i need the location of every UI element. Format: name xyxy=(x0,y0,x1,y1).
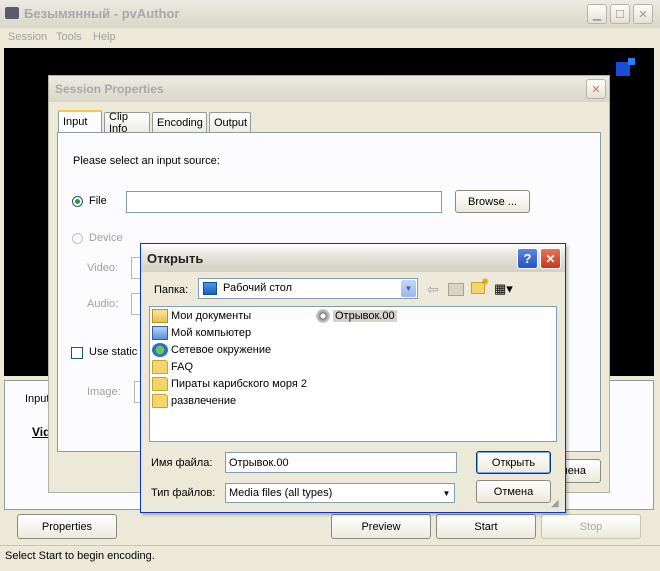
folder-icon xyxy=(152,360,168,374)
maximize-icon[interactable]: ☐ xyxy=(610,4,630,24)
list-item[interactable]: Мои документы xyxy=(152,309,251,323)
open-title: Открыть xyxy=(147,251,204,266)
tab-encoding[interactable]: Encoding xyxy=(152,112,207,132)
stop-button[interactable]: Stop xyxy=(541,514,641,539)
help-icon[interactable]: ? xyxy=(517,248,538,269)
folder-value: Рабочий стол xyxy=(223,282,293,294)
view-menu-icon[interactable]: ▦▾ xyxy=(494,281,513,297)
file-label: File xyxy=(89,195,107,207)
file-path-input[interactable] xyxy=(126,191,442,213)
open-file-dialog: Открыть ? ✕ Папка: Рабочий стол ▼ ⇦ ✸ ▦▾… xyxy=(140,243,566,513)
status-text: Select Start to begin encoding. xyxy=(5,550,155,562)
device-label: Device xyxy=(89,232,123,244)
menu-bar: Session Tools Help xyxy=(0,28,660,48)
up-folder-icon[interactable] xyxy=(448,283,464,296)
my-computer-icon xyxy=(152,326,168,340)
filetype-value: Media files (all types) xyxy=(229,487,333,499)
folder-icon xyxy=(152,377,168,391)
open-button[interactable]: Открыть xyxy=(476,451,551,474)
input-source-prompt: Please select an input source: xyxy=(73,155,220,167)
filetype-label: Тип файлов: xyxy=(151,487,216,499)
device-radio[interactable] xyxy=(72,233,83,244)
filename-input[interactable]: Отрывок.00 xyxy=(225,452,457,473)
menu-help[interactable]: Help xyxy=(93,31,116,43)
list-item[interactable]: развлечение xyxy=(152,394,236,408)
tab-clip-info[interactable]: Clip Info xyxy=(104,111,150,135)
main-titlebar: Безымянный - pvAuthor ▁ ☐ ✕ xyxy=(0,0,660,29)
open-titlebar: Открыть ? ✕ xyxy=(141,244,565,272)
media-file-icon xyxy=(316,309,330,323)
list-item[interactable]: FAQ xyxy=(152,360,193,374)
folder-icon xyxy=(152,394,168,408)
desktop-icon xyxy=(203,282,217,295)
file-radio[interactable] xyxy=(72,196,83,207)
list-item-selected[interactable]: Отрывок.00 xyxy=(316,309,397,323)
video-label: Video: xyxy=(87,262,118,274)
app-icon xyxy=(5,7,19,19)
list-item[interactable]: Сетевое окружение xyxy=(152,343,271,357)
image-label: Image: xyxy=(87,386,121,398)
cancel-button[interactable]: Отмена xyxy=(476,480,551,503)
browse-button[interactable]: Browse ... xyxy=(455,190,530,213)
menu-session[interactable]: Session xyxy=(8,31,47,43)
session-title: Session Properties xyxy=(55,82,164,96)
main-title: Безымянный - pvAuthor xyxy=(24,6,180,21)
blue-logo-icon-small xyxy=(628,58,635,65)
my-documents-icon xyxy=(152,309,168,323)
properties-button[interactable]: Properties xyxy=(17,514,117,539)
star-icon: ✸ xyxy=(481,277,490,288)
filetype-combo[interactable]: Media files (all types) ▼ xyxy=(225,483,455,503)
preview-button[interactable]: Preview xyxy=(331,514,431,539)
network-icon xyxy=(152,343,168,357)
file-list[interactable]: Мои документы Мой компьютер Сетевое окру… xyxy=(149,306,557,442)
filename-label: Имя файла: xyxy=(151,457,213,469)
static-image-checkbox[interactable] xyxy=(71,347,83,359)
session-close-icon[interactable]: ✕ xyxy=(586,79,606,99)
static-image-label: Use static i xyxy=(89,346,143,358)
start-button[interactable]: Start xyxy=(436,514,536,539)
session-tabs: Input Clip Info Encoding Output xyxy=(58,110,598,135)
audio-label: Audio: xyxy=(87,298,119,310)
filetype-dropdown-icon[interactable]: ▼ xyxy=(440,485,453,501)
status-bar: Select Start to begin encoding. xyxy=(0,545,660,571)
menu-tools[interactable]: Tools xyxy=(56,31,82,43)
resize-grip-icon[interactable]: ◢ xyxy=(551,498,559,509)
back-icon[interactable]: ⇦ xyxy=(427,281,439,298)
folder-label: Папка: xyxy=(154,284,189,296)
folder-combo[interactable]: Рабочий стол ▼ xyxy=(198,278,418,299)
folder-dropdown-icon[interactable]: ▼ xyxy=(401,280,416,297)
list-item[interactable]: Мой компьютер xyxy=(152,326,251,340)
open-close-icon[interactable]: ✕ xyxy=(540,248,561,269)
minimize-icon[interactable]: ▁ xyxy=(587,4,607,24)
tab-output[interactable]: Output xyxy=(209,112,251,132)
close-icon[interactable]: ✕ xyxy=(633,4,653,24)
tab-input[interactable]: Input xyxy=(58,110,102,132)
list-item[interactable]: Пираты карибского моря 2 xyxy=(152,377,307,391)
bottom-tab-input[interactable]: Input xyxy=(25,393,49,405)
session-titlebar: Session Properties ✕ xyxy=(49,76,609,102)
